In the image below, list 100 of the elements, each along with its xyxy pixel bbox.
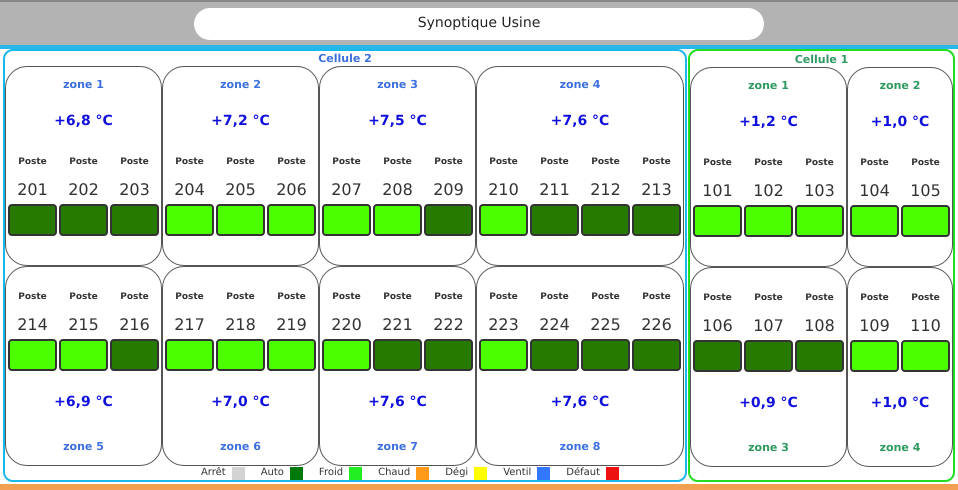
zone-name: zone 2 bbox=[878, 80, 922, 91]
temperature-reading: +7,5 °C bbox=[367, 114, 428, 128]
poste-label: Poste bbox=[120, 158, 149, 170]
temperature-reading: +1,0 °C bbox=[870, 115, 930, 129]
poste-label: Poste bbox=[911, 159, 940, 170]
temperature-reading: +7,6 °C bbox=[550, 114, 610, 128]
poste-label: Poste bbox=[540, 293, 569, 304]
temperature-reading: +1,2 °C bbox=[738, 115, 799, 129]
legend-label: Froid bbox=[318, 468, 344, 478]
poste-label: Poste bbox=[642, 158, 671, 170]
poste-label: Poste bbox=[805, 159, 834, 170]
poste-number: 222 bbox=[433, 317, 464, 334]
temperature-reading: +0,9 °C bbox=[738, 396, 799, 410]
poste-label: Poste bbox=[383, 293, 412, 304]
poste-number: 106 bbox=[702, 318, 733, 334]
poste-label: Poste bbox=[703, 294, 732, 305]
legend-label: Chaud bbox=[378, 468, 410, 478]
poste-label: Poste bbox=[383, 158, 412, 170]
poste-number: 211 bbox=[539, 182, 570, 198]
legend-label: Auto bbox=[260, 468, 284, 478]
poste-label: Poste bbox=[277, 158, 306, 170]
zone-name: zone 6 bbox=[219, 441, 262, 452]
poste-label: Poste bbox=[489, 293, 518, 304]
poste-number: 109 bbox=[859, 318, 890, 334]
poste-number: 201 bbox=[17, 182, 48, 198]
poste-label: Poste bbox=[911, 294, 940, 305]
legend-label: Défaut bbox=[566, 468, 600, 478]
poste-number: 101 bbox=[702, 183, 733, 199]
poste-label: Poste bbox=[69, 293, 98, 304]
poste-label: Poste bbox=[175, 293, 204, 304]
poste-label: Poste bbox=[703, 159, 732, 170]
zone-name: zone 4 bbox=[878, 442, 922, 453]
poste-number: 204 bbox=[174, 182, 205, 198]
poste-number: 103 bbox=[804, 183, 835, 199]
poste-number: 217 bbox=[174, 317, 205, 334]
poste-label: Poste bbox=[860, 159, 889, 170]
zone-name: zone 2 bbox=[219, 79, 262, 90]
poste-number: 220 bbox=[331, 317, 362, 334]
zone-name: zone 1 bbox=[62, 79, 105, 90]
poste-label: Poste bbox=[120, 293, 149, 304]
temperature-reading: +6,9 °C bbox=[53, 395, 114, 410]
poste-label: Poste bbox=[489, 158, 518, 170]
poste-number: 215 bbox=[68, 317, 99, 334]
poste-number: 213 bbox=[641, 182, 672, 198]
poste-label: Poste bbox=[332, 158, 361, 170]
temperature-reading: +7,2 °C bbox=[210, 114, 271, 128]
temperature-reading: +6,8 °C bbox=[53, 114, 114, 128]
zone-name: zone 4 bbox=[558, 79, 602, 90]
poste-label: Poste bbox=[18, 158, 47, 170]
poste-number: 105 bbox=[910, 183, 941, 199]
legend-label: Ventil bbox=[503, 468, 532, 478]
poste-number: 223 bbox=[488, 317, 519, 334]
zone-name: zone 1 bbox=[747, 80, 790, 91]
poste-number: 219 bbox=[276, 317, 307, 334]
poste-label: Poste bbox=[591, 293, 620, 304]
temperature-reading: +7,6 °C bbox=[550, 395, 610, 410]
poste-number: 212 bbox=[590, 182, 621, 198]
poste-number: 216 bbox=[119, 317, 150, 334]
temperature-reading: +1,0 °C bbox=[870, 396, 930, 410]
poste-label: Poste bbox=[434, 293, 463, 304]
poste-label: Poste bbox=[332, 293, 361, 304]
poste-number: 108 bbox=[804, 318, 835, 334]
poste-number: 206 bbox=[276, 182, 307, 198]
zone-name: zone 8 bbox=[558, 441, 602, 452]
legend-label: Arrêt bbox=[200, 468, 226, 478]
cellule-title: Cellule 2 bbox=[318, 53, 372, 64]
poste-number: 104 bbox=[859, 183, 890, 199]
poste-label: Poste bbox=[226, 158, 255, 170]
poste-number: 107 bbox=[753, 318, 784, 334]
zone-name: zone 3 bbox=[747, 442, 790, 453]
poste-label: Poste bbox=[754, 294, 783, 305]
legend-label: Dégi bbox=[445, 468, 468, 478]
poste-label: Poste bbox=[434, 158, 463, 170]
poste-label: Poste bbox=[69, 158, 98, 170]
poste-number: 225 bbox=[590, 317, 621, 334]
poste-number: 203 bbox=[119, 182, 150, 198]
poste-label: Poste bbox=[591, 158, 620, 170]
poste-number: 110 bbox=[910, 318, 941, 334]
poste-number: 214 bbox=[17, 317, 48, 334]
poste-number: 208 bbox=[382, 182, 413, 198]
poste-number: 209 bbox=[433, 182, 464, 198]
poste-label: Poste bbox=[277, 293, 306, 304]
poste-label: Poste bbox=[175, 158, 204, 170]
poste-label: Poste bbox=[642, 293, 671, 304]
poste-label: Poste bbox=[754, 159, 783, 170]
poste-number: 102 bbox=[753, 183, 784, 199]
poste-label: Poste bbox=[540, 158, 569, 170]
poste-number: 207 bbox=[331, 182, 362, 198]
poste-number: 202 bbox=[68, 182, 99, 198]
poste-number: 226 bbox=[641, 317, 672, 334]
poste-label: Poste bbox=[226, 293, 255, 304]
poste-number: 205 bbox=[225, 182, 256, 198]
page-title: Synoptique Usine bbox=[194, 8, 764, 40]
cellule-title: Cellule 1 bbox=[794, 54, 848, 64]
temperature-reading: +7,6 °C bbox=[367, 395, 428, 410]
zone-name: zone 5 bbox=[62, 441, 105, 452]
zone-name: zone 7 bbox=[376, 441, 419, 452]
poste-number: 218 bbox=[225, 317, 256, 334]
poste-label: Poste bbox=[18, 293, 47, 304]
poste-number: 224 bbox=[539, 317, 570, 334]
